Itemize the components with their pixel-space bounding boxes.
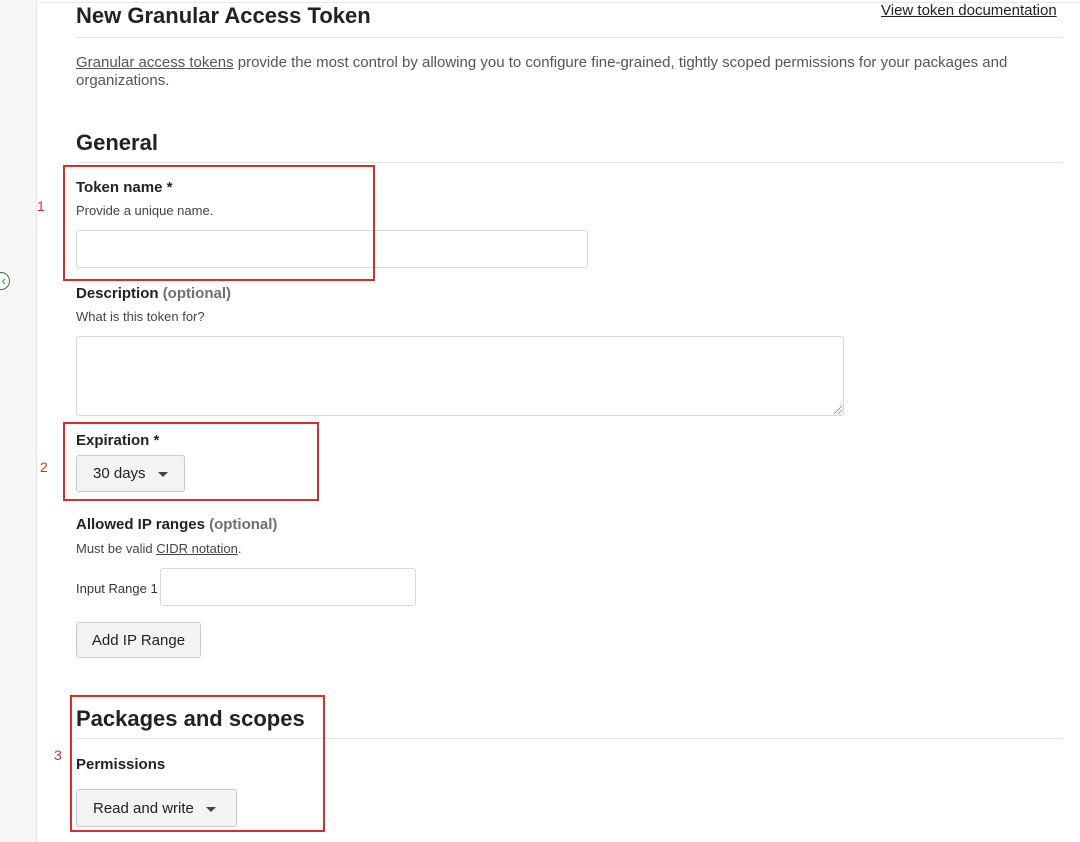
cidr-notation-link[interactable]: CIDR notation	[156, 541, 238, 556]
granular-tokens-link[interactable]: Granular access tokens	[76, 54, 234, 71]
general-heading: General	[76, 130, 158, 155]
ip-ranges-hint: Must be valid CIDR notation.	[76, 541, 241, 556]
description-textarea[interactable]	[76, 336, 844, 416]
description-label-text: Description	[76, 285, 159, 302]
ip-hint-suffix: .	[237, 541, 242, 556]
description-optional: (optional)	[162, 285, 232, 302]
annotation-box-1	[63, 165, 375, 281]
title-divider	[76, 37, 1062, 38]
ip-ranges-optional: (optional)	[209, 516, 278, 533]
add-ip-range-button[interactable]: Add IP Range	[76, 622, 201, 658]
general-divider	[76, 162, 1062, 163]
resize-grip-icon[interactable]	[834, 406, 842, 414]
ip-ranges-label-text: Allowed IP ranges	[76, 516, 205, 533]
input-range-label: Input Range 1	[76, 581, 158, 596]
token-page: ‹ New Granular Access Token View token d…	[0, 0, 1080, 842]
left-rail	[0, 0, 37, 842]
annotation-box-2	[63, 422, 319, 501]
ip-range-input[interactable]	[160, 568, 416, 606]
page-title: New Granular Access Token	[76, 3, 371, 28]
view-documentation-link[interactable]: View token documentation	[881, 2, 1057, 19]
annotation-box-3	[70, 695, 325, 832]
description-label: Description (optional)	[76, 285, 231, 302]
annotation-number-1: 1	[37, 198, 45, 214]
annotation-number-3: 3	[54, 747, 62, 763]
annotation-number-2: 2	[40, 459, 48, 475]
intro-paragraph: Granular access tokens provide the most …	[76, 54, 1036, 90]
ip-ranges-label: Allowed IP ranges (optional)	[76, 516, 277, 533]
ip-hint-prefix: Must be valid	[76, 541, 157, 556]
description-hint: What is this token for?	[76, 309, 205, 324]
